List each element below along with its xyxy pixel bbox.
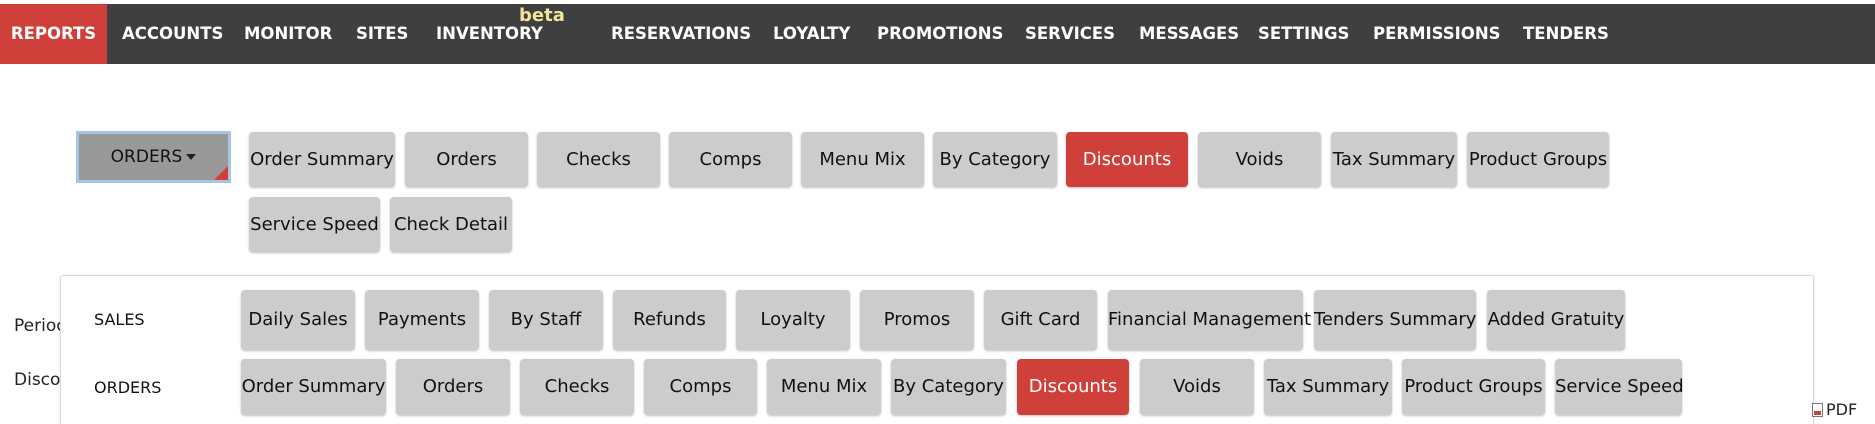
- menu-tax-summary[interactable]: Tax Summary: [1264, 359, 1392, 415]
- tab-voids[interactable]: Voids: [1198, 132, 1321, 187]
- tab-menu-mix[interactable]: Menu Mix: [801, 132, 924, 187]
- nav-permissions[interactable]: PERMISSIONS: [1373, 4, 1501, 64]
- report-category-dropdown[interactable]: ORDERS: [76, 131, 231, 183]
- tab-order-summary[interactable]: Order Summary: [249, 132, 395, 187]
- tab-by-category[interactable]: By Category: [933, 132, 1057, 187]
- menu-loyalty[interactable]: Loyalty: [736, 290, 850, 350]
- menu-promos[interactable]: Promos: [860, 290, 974, 350]
- menu-menu-mix[interactable]: Menu Mix: [767, 359, 881, 415]
- tab-service-speed[interactable]: Service Speed: [249, 197, 380, 252]
- sales-section-label: SALES: [94, 310, 145, 329]
- menu-by-category[interactable]: By Category: [891, 359, 1006, 415]
- menu-by-staff[interactable]: By Staff: [489, 290, 603, 350]
- nav-loyalty[interactable]: LOYALTY: [773, 4, 851, 64]
- menu-daily-sales[interactable]: Daily Sales: [241, 290, 355, 350]
- nav-reservations[interactable]: RESERVATIONS: [611, 4, 751, 64]
- tab-product-groups[interactable]: Product Groups: [1467, 132, 1609, 187]
- nav-services[interactable]: SERVICES: [1025, 4, 1115, 64]
- menu-order-summary[interactable]: Order Summary: [241, 359, 386, 415]
- nav-accounts[interactable]: ACCOUNTS: [122, 4, 223, 64]
- nav-promotions[interactable]: PROMOTIONS: [877, 4, 1003, 64]
- menu-payments[interactable]: Payments: [365, 290, 479, 350]
- menu-gift-card[interactable]: Gift Card: [984, 290, 1097, 350]
- menu-voids[interactable]: Voids: [1140, 359, 1254, 415]
- top-navigation-bar: REPORTS ACCOUNTS MONITOR SITES INVENTORY…: [0, 4, 1875, 64]
- pdf-export-link[interactable]: PDF: [1812, 400, 1857, 419]
- nav-messages[interactable]: MESSAGES: [1139, 4, 1239, 64]
- tab-orders[interactable]: Orders: [405, 132, 528, 187]
- corner-marker: [214, 166, 228, 180]
- menu-discounts[interactable]: Discounts: [1017, 359, 1129, 415]
- nav-reports[interactable]: REPORTS: [0, 4, 107, 64]
- menu-orders[interactable]: Orders: [396, 359, 510, 415]
- tab-discounts[interactable]: Discounts: [1066, 132, 1188, 187]
- tab-comps[interactable]: Comps: [669, 132, 792, 187]
- menu-comps[interactable]: Comps: [644, 359, 757, 415]
- orders-section-label: ORDERS: [94, 378, 162, 397]
- beta-badge: beta: [519, 5, 565, 26]
- period-label: Perioc: [14, 316, 66, 336]
- nav-inventory[interactable]: INVENTORY beta: [436, 4, 565, 64]
- pdf-file-icon: [1812, 403, 1823, 417]
- pdf-label: PDF: [1826, 400, 1858, 419]
- tab-checks[interactable]: Checks: [537, 132, 660, 187]
- nav-sites[interactable]: SITES: [356, 4, 408, 64]
- menu-financial-management[interactable]: Financial Management: [1108, 290, 1311, 350]
- menu-refunds[interactable]: Refunds: [613, 290, 726, 350]
- nav-settings[interactable]: SETTINGS: [1258, 4, 1349, 64]
- menu-tenders-summary[interactable]: Tenders Summary: [1314, 290, 1476, 350]
- menu-service-speed[interactable]: Service Speed: [1555, 359, 1684, 415]
- nav-monitor[interactable]: MONITOR: [244, 4, 332, 64]
- caret-down-icon: [186, 154, 197, 160]
- menu-added-gratuity[interactable]: Added Gratuity: [1487, 290, 1625, 350]
- report-category-label: ORDERS: [110, 147, 183, 167]
- menu-product-groups[interactable]: Product Groups: [1402, 359, 1545, 415]
- menu-checks[interactable]: Checks: [520, 359, 634, 415]
- tab-check-detail[interactable]: Check Detail: [390, 197, 512, 252]
- nav-tenders[interactable]: TENDERS: [1523, 4, 1609, 64]
- tab-tax-summary[interactable]: Tax Summary: [1331, 132, 1457, 187]
